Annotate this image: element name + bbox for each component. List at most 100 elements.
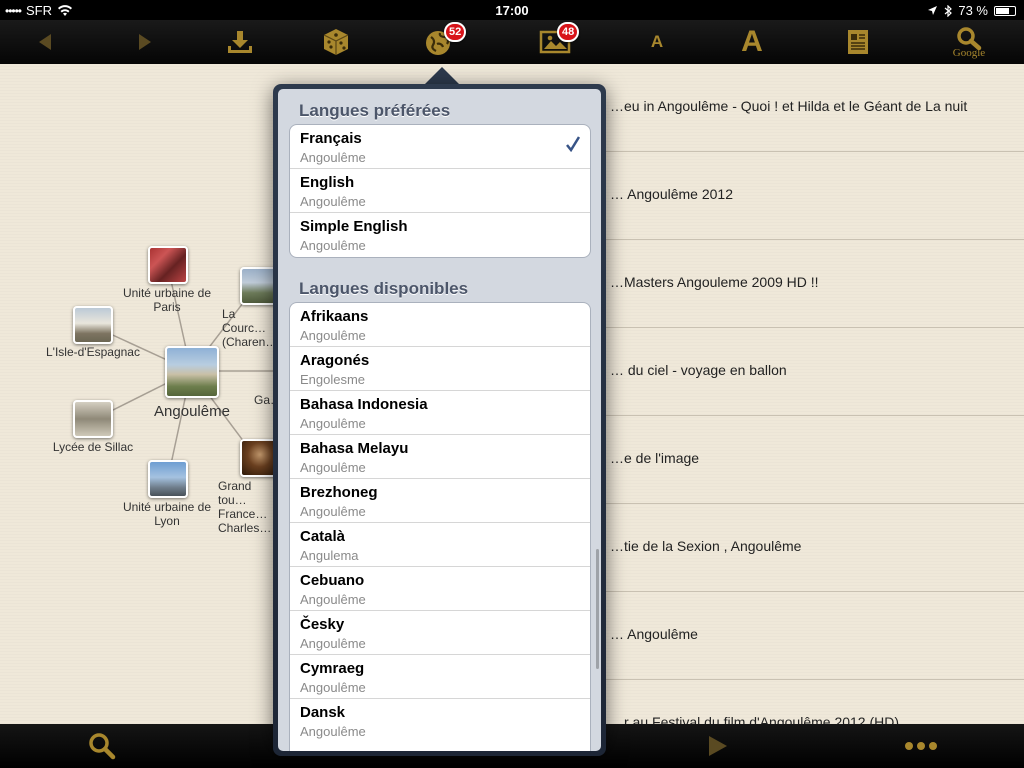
language-row[interactable]: Česky Angoulême [290,611,590,655]
language-row[interactable]: Català Angulema [290,523,590,567]
language-row[interactable]: Dansk Angoulême [290,699,590,743]
decrease-font-button[interactable]: A [643,24,671,60]
language-name: Bahasa Melayu [300,440,409,457]
battery-level [996,7,1010,14]
language-row[interactable]: Afrikaans Angoulême [290,303,590,347]
download-button[interactable] [222,24,258,60]
google-label: Google [952,46,986,59]
popover-arrow [424,67,460,85]
forward-arrow-icon [139,34,151,50]
popover-content: Langues préférées Français Angoulême Eng… [278,89,601,751]
language-article-title: Angoulême [300,460,366,475]
language-name: Simple English [300,218,408,235]
more-icon [905,742,937,750]
small-font-icon: A [650,32,664,51]
article-graph: Unité urbaine de Paris La Courc… (Charen… [0,64,290,724]
preferred-languages-list: Français Angoulême English Angoulême Sim… [289,124,591,258]
top-toolbar: 52 48 A A Google [0,20,1024,64]
graph-node-lyon[interactable] [148,460,188,498]
language-article-title: Angoulême [300,416,366,431]
available-languages-title: Langues disponibles [299,279,469,298]
language-article-title: Angoulême [300,150,366,165]
language-name: English [300,174,355,191]
language-article-title: Angoulême [300,724,366,739]
language-row[interactable]: Cebuano Angoulême [290,567,590,611]
graph-node-label: Unité urbaine de Paris [122,286,212,314]
available-languages-list: Afrikaans Angoulême Aragonés Engolesme Bah… [289,302,591,751]
images-badge: 48 [557,22,580,42]
language-name: Cymraeg [300,660,365,677]
battery-icon [994,5,1016,16]
list-item-title: … Angoulême [610,626,698,642]
graph-node-lycee-de-sillac[interactable] [73,400,113,438]
list-item-title: …r au Festival du film d'Angoulême 2012 … [610,714,900,724]
search-button[interactable] [86,728,118,764]
dice-icon [323,29,349,55]
graph-node-label: Grand tou… France… Charles… [218,479,272,535]
language-name: Bahasa Indonesia [300,396,428,413]
graph-center-label: Angoulême [154,403,230,420]
battery-percent: 73 % [958,3,988,18]
language-article-title: Angoulême [300,636,366,651]
graph-node-paris[interactable] [148,246,188,284]
graph-node-lisle-despagnac[interactable] [73,306,113,344]
language-row[interactable]: Bahasa Melayu Angoulême [290,435,590,479]
language-row-francais[interactable]: Français Angoulême [290,125,590,169]
preferred-languages-title: Langues préférées [299,101,451,120]
graph-edges [92,266,275,479]
language-row-english[interactable]: English Angoulême [290,169,590,213]
language-article-title: Angoulême [300,328,366,343]
language-article-title: Engolesme [300,372,366,387]
increase-font-button[interactable]: A [734,24,770,60]
language-article-title: Angoulême [300,504,366,519]
list-item-title: … du ciel - voyage en ballon [610,362,787,378]
forward-button[interactable] [130,24,160,60]
language-row-simple-english[interactable]: Simple English Angoulême [290,213,590,257]
location-arrow-icon [928,6,938,15]
list-item-title: …tie de la Sexion , Angoulême [610,538,802,554]
language-name: Brezhoneg [300,484,378,501]
play-icon [709,736,727,756]
checkmark-icon [566,136,580,152]
search-icon [89,733,116,760]
document-icon [848,30,868,54]
back-arrow-icon [39,34,51,50]
list-item-title: …Masters Angouleme 2009 HD !! [610,274,819,290]
language-name: Català [300,528,346,545]
graph-node-label: L'Isle-d'Espagnac [46,345,140,359]
bluetooth-icon [944,4,953,17]
large-font-icon: A [741,25,763,58]
graph-node-label: Lycée de Sillac [52,440,134,454]
language-name: Česky [300,616,345,633]
graph-node-angouleme[interactable] [165,346,219,398]
language-article-title: Angulema [300,548,359,563]
status-bar: ••••• SFR 17:00 73 % [0,0,1024,20]
article-view-button[interactable] [840,24,876,60]
language-row[interactable]: Aragonés Engolesme [290,347,590,391]
language-name: Dansk [300,704,346,721]
more-button[interactable] [902,728,940,764]
language-row[interactable]: Cymraeg Angoulême [290,655,590,699]
list-item-title: …eu in Angoulême - Quoi ! et Hilda et le… [610,98,968,114]
language-row[interactable]: Brezhoneg Angoulême [290,479,590,523]
download-icon [228,31,252,53]
random-article-button[interactable] [318,24,354,60]
language-article-title: Angoulême [300,238,366,253]
language-name: Aragonés [300,352,370,369]
language-article-title: Angoulême [300,680,366,695]
language-name: Afrikaans [300,308,369,325]
language-row[interactable]: Bahasa Indonesia Angoulême [290,391,590,435]
back-button[interactable] [30,24,60,60]
list-item-title: … Angoulême 2012 [610,186,733,202]
list-item-title: …e de l'image [610,450,700,466]
play-button[interactable] [702,728,734,764]
status-time: 17:00 [495,3,529,18]
graph-node-label: Unité urbaine de Lyon [122,500,212,528]
languages-badge: 52 [444,22,467,42]
language-article-title: Angoulême [300,592,366,607]
status-right: 73 % [927,3,1016,18]
popover-scrollbar[interactable] [596,549,599,669]
language-name: Cebuano [300,572,365,589]
google-search-button[interactable]: Google [948,24,990,60]
language-name: Français [300,130,362,147]
